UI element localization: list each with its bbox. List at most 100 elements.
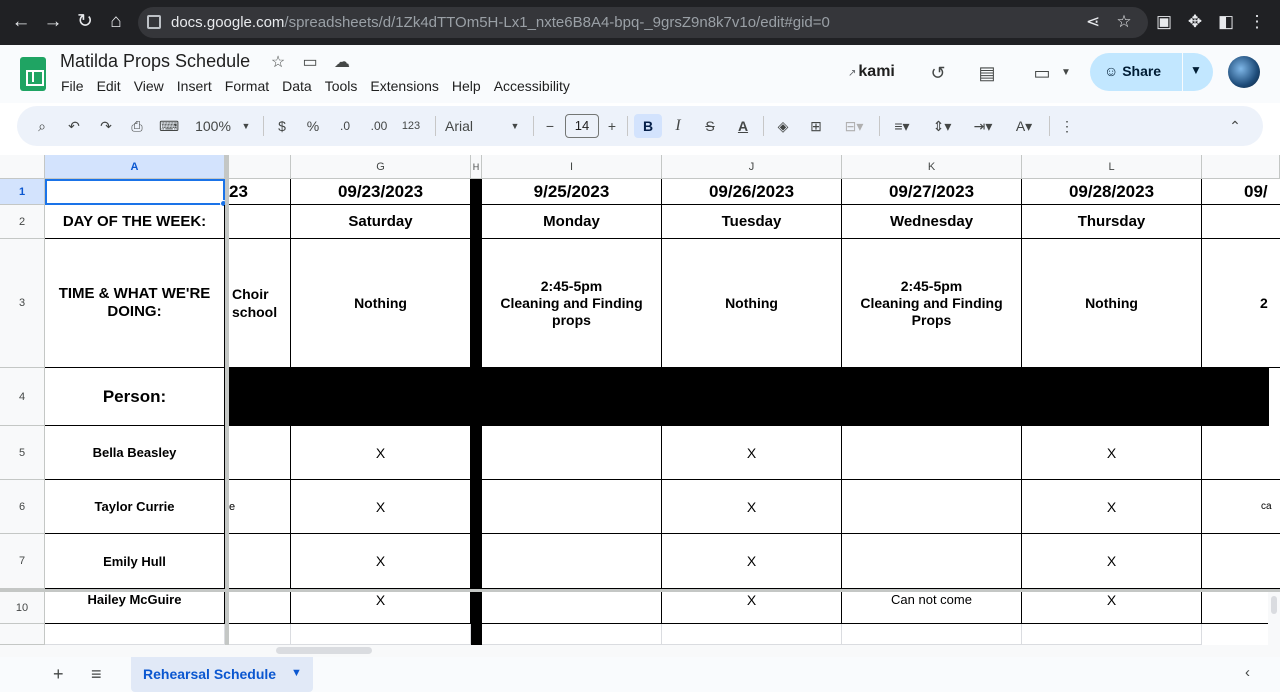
cell-i5[interactable] (482, 426, 662, 480)
cell-j3[interactable]: Nothing (662, 239, 842, 368)
column-header-a[interactable]: A (45, 155, 225, 179)
cloud-status-icon[interactable]: ☁ (332, 53, 352, 73)
vertical-align-icon[interactable]: ⇕▾ (927, 114, 957, 138)
cell-m2[interactable] (1202, 205, 1280, 239)
column-header-l[interactable]: L (1022, 155, 1202, 179)
cell-j2[interactable]: Tuesday (662, 205, 842, 239)
zoom-select[interactable]: 100% (193, 114, 233, 138)
row-header-5[interactable]: 5 (0, 426, 45, 480)
font-size-input[interactable]: 14 (565, 114, 599, 138)
share-dropdown-icon[interactable]: ▼ (1190, 63, 1202, 77)
collapse-menus-icon[interactable]: ⌃ (1225, 114, 1245, 138)
fill-color-icon[interactable]: ◈ (773, 114, 793, 138)
search-menus-icon[interactable]: ⌕ (33, 114, 51, 138)
cell-g7[interactable]: X (291, 534, 471, 589)
share-button[interactable]: ☺ Share ▼ (1090, 53, 1213, 91)
increase-decimal-button[interactable]: .00 (367, 114, 391, 138)
font-family-select[interactable]: Arial (445, 114, 505, 138)
cell-f5[interactable] (229, 426, 291, 480)
cell-l7[interactable]: X (1022, 534, 1202, 589)
row-header-7[interactable]: 7 (0, 534, 45, 589)
menu-edit[interactable]: Edit (97, 78, 121, 94)
cell-j7[interactable]: X (662, 534, 842, 589)
cell-i3[interactable]: 2:45-5pm Cleaning and Finding props (482, 239, 662, 368)
cell-l3[interactable]: Nothing (1022, 239, 1202, 368)
forward-arrow-icon[interactable]: → (40, 9, 66, 35)
row-header-3[interactable]: 3 (0, 239, 45, 368)
home-icon[interactable]: ⌂ (103, 9, 129, 35)
cell-a11[interactable] (45, 624, 225, 645)
column-header-j[interactable]: J (662, 155, 842, 179)
cell-k7[interactable] (842, 534, 1022, 589)
column-header-g[interactable]: G (291, 155, 471, 179)
menu-help[interactable]: Help (452, 78, 481, 94)
horizontal-align-icon[interactable]: ≡▾ (887, 114, 917, 138)
cell-m6[interactable]: ca (1202, 480, 1280, 534)
kami-extension-button[interactable]: ↗ kami (848, 63, 895, 81)
vertical-scrollbar[interactable] (1268, 592, 1280, 645)
cell-j6[interactable]: X (662, 480, 842, 534)
cell-k6[interactable] (842, 480, 1022, 534)
vertical-scroll-thumb[interactable] (1271, 596, 1277, 614)
more-options-icon[interactable]: ⋮ (1059, 114, 1075, 138)
cell-l5[interactable]: X (1022, 426, 1202, 480)
cell-k3[interactable]: 2:45-5pm Cleaning and Finding Props (842, 239, 1022, 368)
cell-m7[interactable] (1202, 534, 1280, 589)
cell-f6[interactable]: e (229, 480, 291, 534)
decrease-decimal-button[interactable]: .0 (335, 114, 355, 138)
cell-f7[interactable] (229, 534, 291, 589)
account-avatar[interactable] (1228, 56, 1260, 88)
undo-icon[interactable]: ↶ (65, 114, 83, 138)
borders-icon[interactable]: ⊞ (807, 114, 825, 138)
cell-m10[interactable] (1202, 592, 1268, 624)
cell-a1-selected[interactable] (45, 179, 225, 205)
sheets-logo-icon[interactable] (20, 57, 46, 91)
all-sheets-menu-icon[interactable]: ≡ (91, 664, 102, 685)
row-header-4[interactable]: 4 (0, 368, 45, 426)
side-panel-icon[interactable]: ◧ (1215, 11, 1237, 33)
row-header-2[interactable]: 2 (0, 205, 45, 239)
horizontal-scrollbar[interactable] (0, 645, 1280, 657)
meet-video-icon[interactable]: ▭ (1030, 61, 1054, 85)
document-title[interactable]: Matilda Props Schedule (60, 51, 250, 72)
cell-a3[interactable]: TIME & WHAT WE'RE DOING: (45, 239, 225, 368)
cell-f1[interactable]: 23 (229, 179, 291, 205)
cell-g10[interactable]: X (291, 592, 471, 624)
row-header-11[interactable] (0, 624, 45, 645)
increase-font-size-button[interactable]: + (605, 114, 619, 138)
cell-k5[interactable] (842, 426, 1022, 480)
cell-i2[interactable]: Monday (482, 205, 662, 239)
text-rotation-icon[interactable]: A▾ (1009, 114, 1039, 138)
cell-i7[interactable] (482, 534, 662, 589)
row-header-10[interactable]: 10 (0, 592, 45, 624)
cell-l10[interactable]: X (1022, 592, 1202, 624)
cell-g1[interactable]: 09/23/2023 (291, 179, 471, 205)
cell-k1[interactable]: 09/27/2023 (842, 179, 1022, 205)
select-all-corner[interactable] (0, 155, 45, 179)
cell-g11[interactable] (291, 624, 471, 645)
cell-k11[interactable] (842, 624, 1022, 645)
column-header-f[interactable] (229, 155, 291, 179)
more-formats-button[interactable]: 123 (399, 114, 423, 138)
cell-m5[interactable] (1202, 426, 1280, 480)
cell-l6[interactable]: X (1022, 480, 1202, 534)
merge-cells-icon[interactable]: ⊟▾ (839, 114, 869, 138)
cell-g2[interactable]: Saturday (291, 205, 471, 239)
column-header-h[interactable]: H (471, 155, 482, 179)
column-header-k[interactable]: K (842, 155, 1022, 179)
font-dropdown-icon[interactable]: ▼ (509, 114, 521, 138)
cell-a10[interactable]: Hailey McGuire (45, 592, 225, 624)
cell-l1[interactable]: 09/28/2023 (1022, 179, 1202, 205)
cell-a5[interactable]: Bella Beasley (45, 426, 225, 480)
cell-f10[interactable] (229, 592, 291, 624)
decrease-font-size-button[interactable]: − (543, 114, 557, 138)
translate-icon[interactable]: ▣ (1153, 11, 1175, 33)
version-history-icon[interactable]: ↺ (926, 61, 950, 85)
column-header-i[interactable]: I (482, 155, 662, 179)
cell-l11[interactable] (1022, 624, 1202, 645)
back-arrow-icon[interactable]: ← (8, 9, 34, 35)
cell-g3[interactable]: Nothing (291, 239, 471, 368)
menu-tools[interactable]: Tools (325, 78, 358, 94)
cell-i10[interactable] (482, 592, 662, 624)
redo-icon[interactable]: ↷ (97, 114, 115, 138)
